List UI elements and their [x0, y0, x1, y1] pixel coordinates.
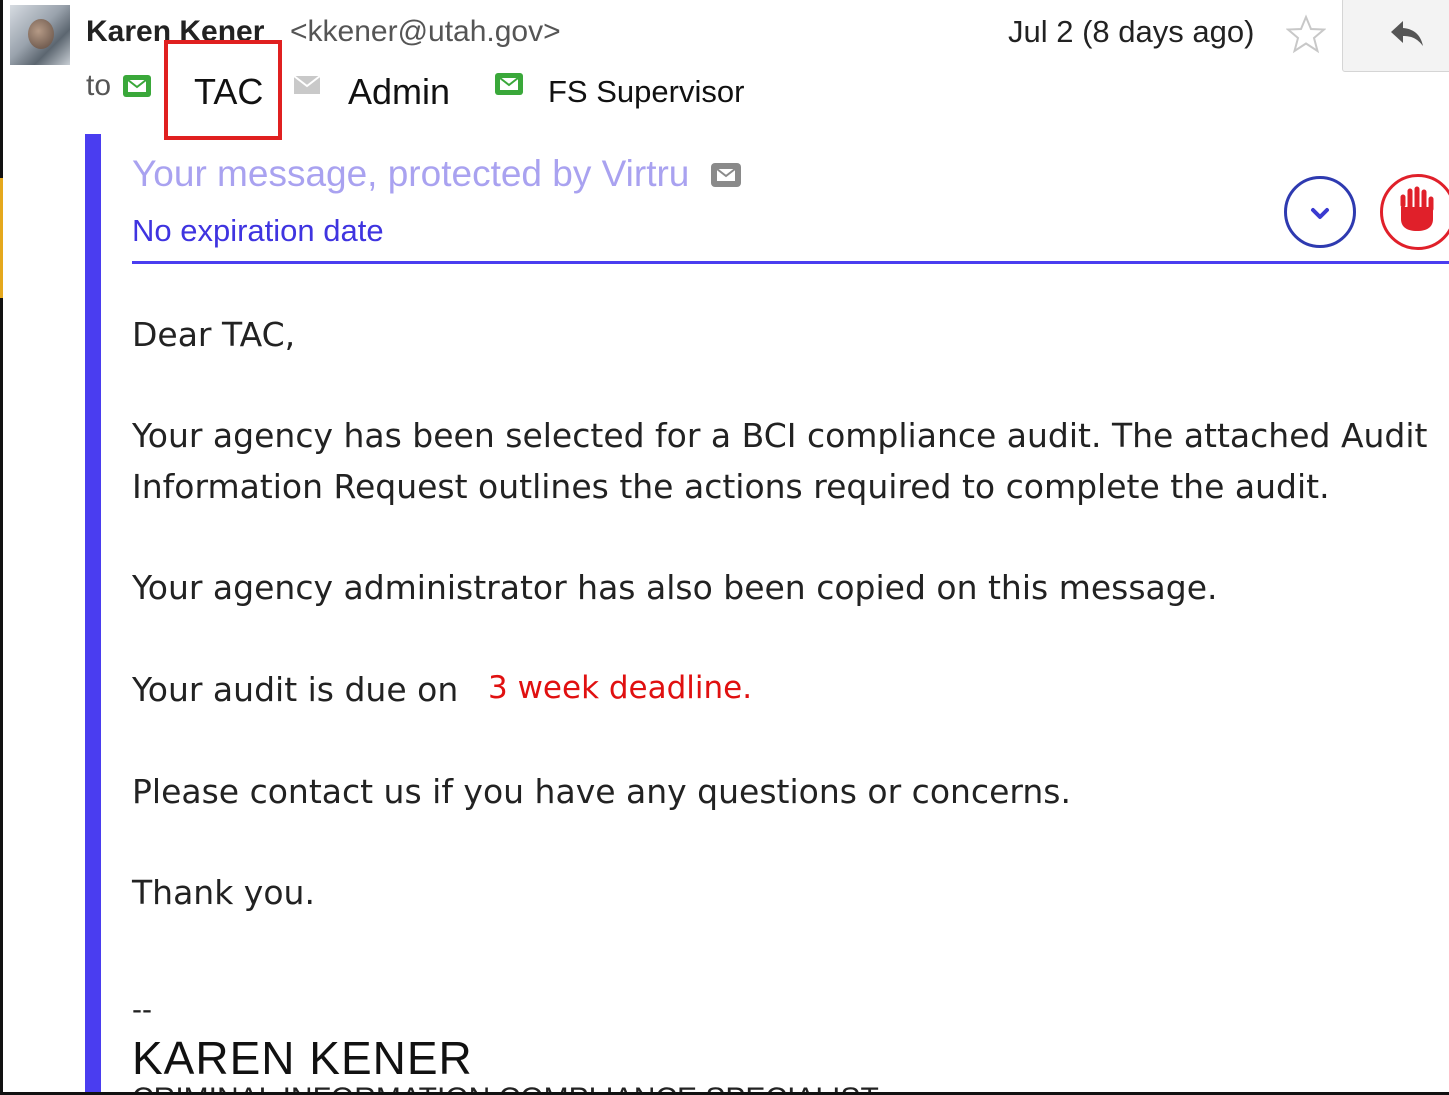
message-paragraph: Please contact us if you have any questi… — [132, 772, 1071, 811]
message-paragraph: Your agency administrator has also been … — [132, 568, 1218, 607]
star-icon[interactable] — [1286, 14, 1326, 54]
expiration-link[interactable]: No expiration date — [132, 212, 384, 250]
message-date: Jul 2 (8 days ago) — [1008, 14, 1255, 49]
secure-envelope-icon — [495, 73, 523, 95]
virtru-banner-title: Your message, protected by Virtru — [132, 153, 690, 194]
sender-avatar — [10, 5, 70, 65]
secure-envelope-icon — [123, 75, 151, 97]
to-label: to — [86, 69, 112, 102]
deadline-annotation: 3 week deadline. — [488, 670, 753, 706]
plain-envelope-icon — [293, 75, 321, 94]
virtru-side-bar — [85, 134, 101, 1092]
reply-icon — [1391, 21, 1423, 46]
chevron-down-icon — [1311, 208, 1329, 219]
secure-envelope-icon — [711, 163, 741, 187]
reply-button[interactable] — [1342, 0, 1449, 72]
revoke-message-button[interactable] — [1380, 174, 1449, 250]
recipient-admin[interactable]: Admin — [348, 72, 450, 112]
due-date-line: Your audit is due on — [132, 670, 459, 709]
highlight-box — [164, 40, 282, 140]
hand-stop-icon — [1400, 186, 1434, 231]
expand-options-button[interactable] — [1284, 176, 1356, 248]
signature-title: CRIMINAL INFORMATION COMPLIANCE SPECIALI… — [132, 1084, 962, 1092]
sender-email: <kkener@utah.gov> — [290, 15, 561, 48]
window-edge-accent — [0, 178, 3, 298]
message-closing: Thank you. — [132, 873, 315, 912]
recipient-fs-supervisor[interactable]: FS Supervisor — [548, 72, 744, 112]
signature-name: KAREN KENER — [132, 1032, 473, 1084]
virtru-divider — [132, 261, 1449, 264]
signature-separator: -- — [132, 993, 152, 1026]
message-greeting: Dear TAC, — [132, 315, 296, 354]
window-left-edge — [0, 0, 3, 1095]
message-paragraph: Your agency has been selected for a BCI … — [132, 416, 1428, 455]
signature-title-clip: CRIMINAL INFORMATION COMPLIANCE SPECIALI… — [132, 1084, 962, 1092]
avatar-face — [28, 19, 54, 49]
message-paragraph: Information Request outlines the actions… — [132, 467, 1330, 506]
